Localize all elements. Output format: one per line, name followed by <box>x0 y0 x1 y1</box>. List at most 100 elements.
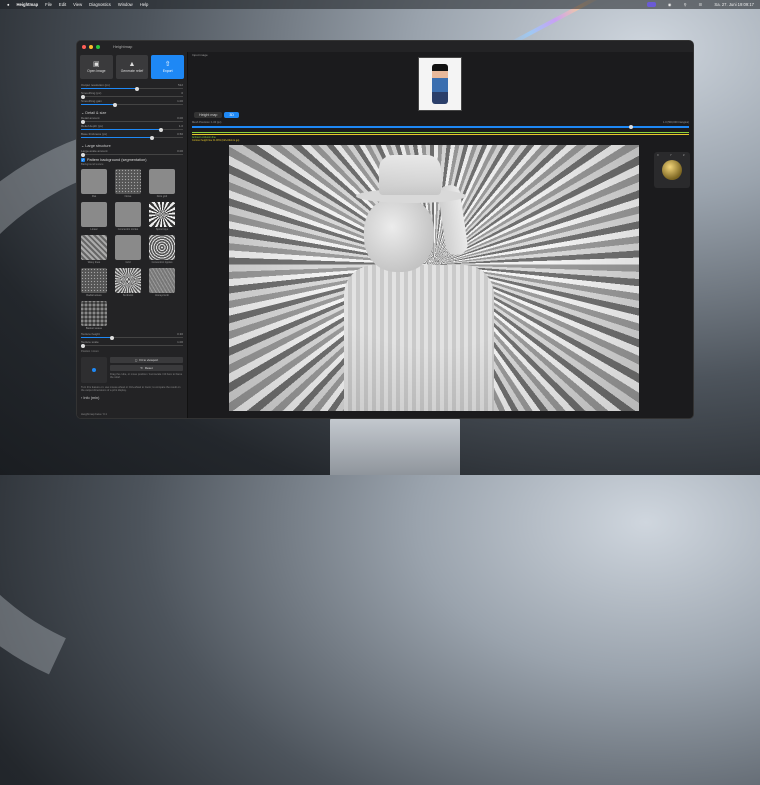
monitor-stand <box>330 415 460 475</box>
open-image-button[interactable]: ▣ Open image <box>80 55 113 79</box>
texture-label: Grid <box>125 261 131 265</box>
mesh-track[interactable] <box>192 126 689 128</box>
mountain-icon: ▲ <box>128 61 136 68</box>
window-title: Heightmap <box>113 44 133 49</box>
close-window-button[interactable] <box>82 44 86 49</box>
input-image-thumbnail[interactable] <box>418 57 462 111</box>
export-button[interactable]: ⇧ Export <box>151 55 185 79</box>
relief-figure <box>344 155 494 411</box>
texture-swatch <box>149 169 175 195</box>
relief-3d-render[interactable] <box>229 145 639 411</box>
menu-help[interactable]: Help <box>140 2 149 7</box>
slider-track[interactable] <box>81 345 183 347</box>
texture-tile[interactable]: Radial waves <box>81 268 107 297</box>
texture-label: Wavy lines <box>87 261 101 265</box>
texture-tile[interactable]: Flat <box>81 169 107 198</box>
texture-tile[interactable]: Dots grid <box>149 169 175 198</box>
menu-diagnostics[interactable]: Diagnostics <box>89 2 111 7</box>
yellow-line-label: Contour height line ±1.00% (Ctrl+Click t… <box>192 139 240 142</box>
output-resolution-slider[interactable]: Output resolution (px) 512 <box>81 83 183 91</box>
texture-label: Radial waves <box>86 294 102 298</box>
toggle-heightmap[interactable]: Height map <box>194 112 223 118</box>
slider-knob[interactable] <box>81 152 86 157</box>
orientation-sphere-icon[interactable] <box>662 160 682 180</box>
menu-app-name[interactable]: Heightmap <box>17 2 39 7</box>
slider-track[interactable] <box>81 96 183 97</box>
texture-height-slider[interactable]: Texture height 0.30 <box>81 332 183 340</box>
toolbar: ▣ Open image ▲ Generate relief ⇧ Export <box>80 55 185 79</box>
texture-swatch <box>81 268 107 294</box>
control-center-icon[interactable]: ☰ <box>699 2 703 7</box>
relief-depth-slider[interactable]: Relief depth (px) 1.0 <box>81 124 183 132</box>
reset-icon: ↻ <box>140 365 143 370</box>
child-photo <box>432 64 448 104</box>
minimize-window-button[interactable] <box>89 44 93 49</box>
generate-relief-button[interactable]: ▲ Generate relief <box>115 55 149 79</box>
open-image-label: Open image <box>87 69 106 73</box>
mesh-precision-slider[interactable]: Mesh Precision: 1.00 (px) 1.0 (500,000 t… <box>192 121 689 129</box>
export-label: Export <box>162 69 173 73</box>
orientation-gizmo[interactable]: X Y Z <box>654 152 690 188</box>
apple-icon[interactable]: ● <box>7 2 10 7</box>
slider-track[interactable] <box>81 121 183 122</box>
fit-viewport-button[interactable]: ◻ Fit to viewport <box>110 356 183 363</box>
slider-knob[interactable] <box>150 135 155 140</box>
texture-swatch <box>81 235 107 261</box>
detail-section-header[interactable]: ⌄ Detail & size <box>81 110 183 115</box>
status-chip-icon[interactable] <box>646 2 656 7</box>
info-label: Info (min) <box>83 395 100 400</box>
texture-swatch <box>81 301 107 327</box>
smoothing-slider[interactable]: Smoothing (px) 0 <box>81 91 183 99</box>
slider-knob[interactable] <box>112 102 117 107</box>
texture-tile[interactable]: Linear <box>81 202 107 231</box>
menu-file[interactable]: File <box>45 2 52 7</box>
large-scale-slider[interactable]: Large-scale amount 0.00 <box>81 149 183 157</box>
texture-tile[interactable]: Concentric circles <box>115 202 141 231</box>
texture-label: Dots grid <box>156 195 168 199</box>
slider-knob[interactable] <box>158 127 163 132</box>
texture-swatch <box>115 235 141 261</box>
texture-tile[interactable]: Sunburst <box>115 268 141 297</box>
detail-amount-slider[interactable]: Detail amount 0.00 <box>81 116 183 124</box>
texture-tile[interactable]: Concentric ripples <box>149 235 175 264</box>
menubar-clock[interactable]: Sa. 27. Juni 19:09:17 <box>714 2 754 7</box>
checkmark-icon: ✓ <box>81 158 85 162</box>
slider-knob[interactable] <box>81 343 86 348</box>
texture-scale-slider[interactable]: Texture scale 1.00 <box>81 340 183 348</box>
slider-label: Large-scale amount <box>81 149 108 153</box>
menu-window[interactable]: Window <box>118 2 133 7</box>
texture-tile[interactable]: Spiral rays <box>149 202 175 231</box>
view-toggle: Height map 3D <box>194 112 239 118</box>
texture-tile[interactable]: Grid <box>115 235 141 264</box>
slider-label: Base thickness (px) <box>81 132 108 136</box>
base-thickness-slider[interactable]: Base thickness (px) 0.50 <box>81 132 183 140</box>
info-section-header[interactable]: › Info (min) <box>81 396 183 400</box>
wifi-icon[interactable]: ◉ <box>668 2 672 7</box>
slider-knob[interactable] <box>135 86 140 91</box>
slider-knob[interactable] <box>109 335 114 340</box>
viewport-cube[interactable] <box>81 356 107 383</box>
toggle-3d[interactable]: 3D <box>224 112 239 118</box>
cube-handle-icon[interactable] <box>92 367 96 372</box>
axis-z-label: Z <box>683 154 685 157</box>
zoom-window-button[interactable] <box>96 44 100 49</box>
pattern-background-checkbox[interactable]: ✓ Pattern background (segmentation) <box>81 158 183 162</box>
slider-track[interactable] <box>81 154 183 155</box>
structure-section-header[interactable]: ⌄ Large structure <box>81 143 183 148</box>
slider-label: Texture scale <box>81 340 99 345</box>
menu-edit[interactable]: Edit <box>59 2 66 7</box>
reset-button[interactable]: ↻ Reset <box>110 364 183 371</box>
ambient-occlusion-line <box>192 132 689 133</box>
slider-knob[interactable] <box>81 119 86 124</box>
texture-tile[interactable]: Basket weave <box>81 301 107 330</box>
menu-view[interactable]: View <box>73 2 82 7</box>
texture-tile[interactable]: Wavy lines <box>81 235 107 264</box>
mesh-knob[interactable] <box>629 124 634 129</box>
search-icon[interactable]: ⚲ <box>684 2 687 7</box>
slider-knob[interactable] <box>81 94 86 99</box>
texture-tile[interactable]: Honeycomb <box>149 268 175 297</box>
relief-body <box>344 265 494 411</box>
texture-tile[interactable]: Noise <box>115 169 141 198</box>
slider-label: Output resolution (px) <box>81 83 110 87</box>
smoothing-gain-slider[interactable]: Smoothing gain 1.00 <box>81 99 183 107</box>
